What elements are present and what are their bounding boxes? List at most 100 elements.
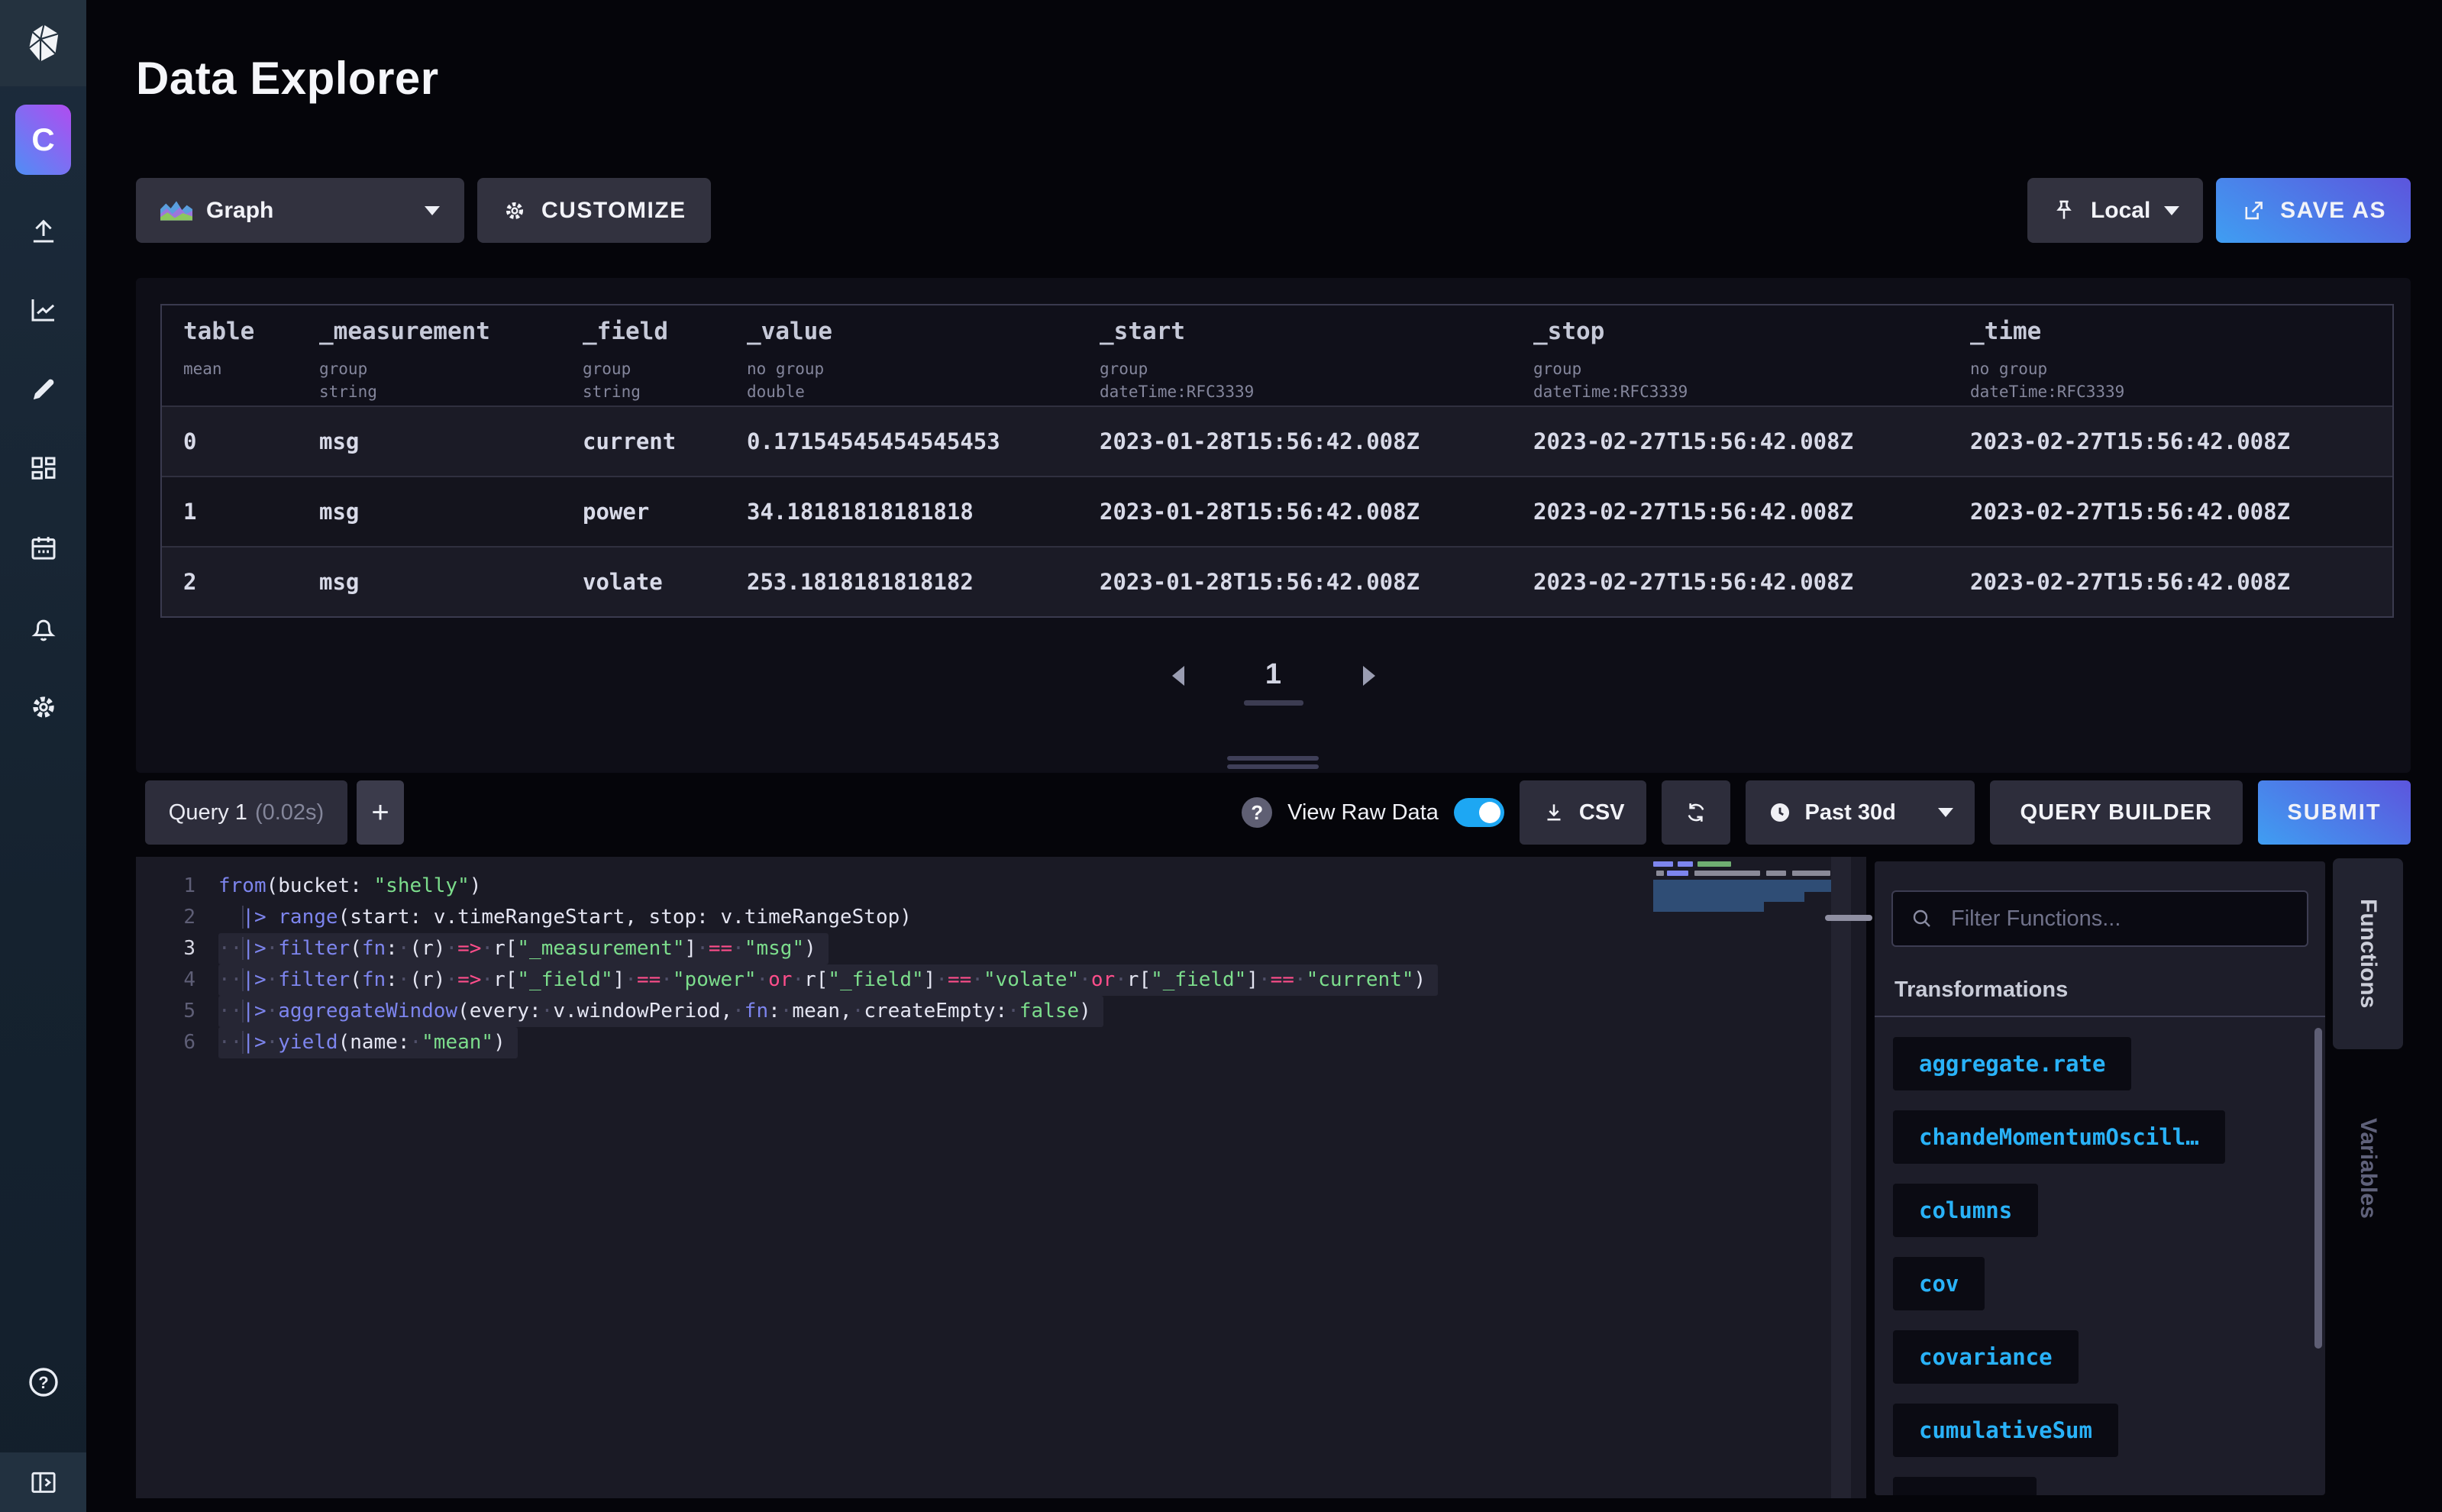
function-chip[interactable]: columns — [1893, 1184, 2038, 1237]
save-as-button[interactable]: SAVE AS — [2216, 178, 2411, 243]
table-cell: 2023-02-27T15:56:42.008Z — [1949, 548, 2392, 616]
function-chip[interactable]: chandeMomentumOscill… — [1893, 1110, 2225, 1164]
sidebar-item-upload-data[interactable] — [0, 191, 86, 270]
raw-data-table: tablemean_measurementgroupstring_fieldgr… — [160, 304, 2394, 618]
sidebar-nav — [0, 191, 86, 747]
functions-panel: Transformations aggregate.rate chandeMome… — [1875, 861, 2325, 1495]
query-tab[interactable]: Query 1 (0.02s) — [145, 780, 347, 845]
raw-data-help-icon[interactable]: ? — [1242, 797, 1272, 828]
code-text: ··|>·filter(fn:·(r)·=>·r["_field"]·==·"p… — [218, 964, 1438, 996]
chevron-down-icon — [2164, 206, 2179, 215]
sidebar-item-notebooks[interactable] — [0, 350, 86, 429]
code-line[interactable]: 3··|>·filter(fn:·(r)·=>·r["_measurement"… — [136, 933, 1866, 964]
column-header-table: tablemean — [162, 305, 298, 405]
csv-download-button[interactable]: CSV — [1520, 780, 1646, 845]
grid-icon — [27, 453, 60, 485]
editor-minimap[interactable] — [1653, 861, 1831, 916]
view-raw-data-label: View Raw Data — [1287, 800, 1439, 825]
tab-functions[interactable]: Functions — [2333, 858, 2403, 1049]
table-cell: 2023-02-27T15:56:42.008Z — [1512, 477, 1949, 546]
submit-button[interactable]: SUBMIT — [2258, 780, 2411, 845]
editor-resize-handle[interactable] — [1825, 915, 1872, 921]
clock-icon — [1767, 800, 1793, 825]
table-cell: msg — [298, 548, 561, 616]
table-row: 0msgcurrent0.171545454545454532023-01-28… — [162, 405, 2392, 476]
code-text: ··|>·yield(name:·"mean") — [218, 1027, 518, 1058]
table-header-row: tablemean_measurementgroupstring_fieldgr… — [162, 305, 2392, 405]
table-cell: current — [561, 407, 725, 476]
table-row: 1msgpower34.181818181818182023-01-28T15:… — [162, 476, 2392, 546]
column-header-_start: _startgroupdateTime:RFC3339 — [1078, 305, 1512, 405]
pagination: 1 — [136, 658, 2411, 706]
table-cell: volate — [561, 548, 725, 616]
code-area[interactable]: 1from(bucket: "shelly")2 |> range(start:… — [136, 857, 1866, 1058]
flux-editor[interactable]: 1from(bucket: "shelly")2 |> range(start:… — [136, 857, 1866, 1498]
pin-icon — [2051, 198, 2077, 224]
bell-icon — [27, 612, 60, 644]
table-cell: 1 — [162, 477, 298, 546]
table-cell: msg — [298, 407, 561, 476]
code-text: |> range(start: v.timeRangeStart, stop: … — [218, 902, 912, 933]
editor-scrollbar[interactable] — [1831, 857, 1851, 1498]
line-number: 5 — [136, 996, 218, 1027]
add-query-button[interactable]: + — [357, 780, 404, 845]
chevron-down-icon — [1938, 808, 1953, 817]
table-cell: power — [561, 477, 725, 546]
chevron-down-icon — [425, 206, 440, 215]
customize-button[interactable]: CUSTOMIZE — [477, 178, 711, 243]
area-graph-icon — [160, 198, 192, 224]
org-avatar[interactable]: C — [15, 105, 71, 175]
table-cell: msg — [298, 477, 561, 546]
sidebar-expand-icon[interactable] — [0, 1452, 86, 1512]
sidebar-item-settings[interactable] — [0, 667, 86, 747]
sidebar-item-alerts[interactable] — [0, 588, 86, 667]
scope-dropdown[interactable]: Local — [2027, 178, 2203, 243]
function-chip[interactable]: aggregate.rate — [1893, 1037, 2131, 1090]
page-number[interactable]: 1 — [1244, 658, 1303, 706]
filter-functions-input[interactable] — [1949, 906, 2290, 932]
line-number: 1 — [136, 871, 218, 902]
table-cell: 0.17154545454545453 — [725, 407, 1078, 476]
function-chip[interactable]: covariance — [1893, 1330, 2079, 1384]
sidebar-item-tasks[interactable] — [0, 509, 86, 588]
help-icon[interactable]: ? — [0, 1346, 86, 1419]
tab-variables[interactable]: Variables — [2333, 1100, 2403, 1237]
line-number: 4 — [136, 964, 218, 996]
gear-icon — [27, 691, 60, 723]
influxdb-logo-icon[interactable] — [0, 0, 86, 86]
toolbar: Graph CUSTOMIZE Local SAVE AS — [136, 178, 2411, 243]
code-line[interactable]: 4··|>·filter(fn:·(r)·=>·r["_field"]·==·"… — [136, 964, 1866, 996]
next-page-button[interactable] — [1363, 666, 1375, 686]
query-builder-button[interactable]: QUERY BUILDER — [1990, 780, 2243, 845]
code-line[interactable]: 2 |> range(start: v.timeRangeStart, stop… — [136, 902, 1866, 933]
table-cell: 2 — [162, 548, 298, 616]
view-raw-data-toggle[interactable] — [1454, 798, 1504, 827]
line-chart-icon — [27, 294, 60, 326]
view-type-dropdown[interactable]: Graph — [136, 178, 464, 243]
raw-data-panel: tablemean_measurementgroupstring_fieldgr… — [136, 278, 2411, 773]
gear-icon — [502, 198, 528, 224]
sidebar-item-dashboards[interactable] — [0, 429, 86, 509]
sidebar-item-data-explorer[interactable] — [0, 270, 86, 350]
table-cell: 2023-01-28T15:56:42.008Z — [1078, 477, 1512, 546]
filter-functions-box[interactable] — [1891, 890, 2308, 947]
function-chip[interactable]: cumulativeSum — [1893, 1404, 2118, 1457]
code-line[interactable]: 5··|>·aggregateWindow(every:·v.windowPer… — [136, 996, 1866, 1027]
function-chip-partial[interactable] — [1893, 1477, 2037, 1495]
page-title: Data Explorer — [136, 52, 439, 105]
code-text: ··|>·filter(fn:·(r)·=>·r["_measurement"]… — [218, 933, 829, 964]
code-line[interactable]: 6··|>·yield(name:·"mean") — [136, 1027, 1866, 1058]
line-number: 6 — [136, 1027, 218, 1058]
functions-scrollbar[interactable] — [2314, 1028, 2322, 1349]
prev-page-button[interactable] — [1172, 666, 1184, 686]
table-cell: 34.18181818181818 — [725, 477, 1078, 546]
section-label: Transformations — [1894, 977, 2068, 1003]
function-chip[interactable]: cov — [1893, 1257, 1985, 1310]
column-header-_measurement: _measurementgroupstring — [298, 305, 561, 405]
panel-resize-handle[interactable] — [1227, 756, 1319, 773]
code-line[interactable]: 1from(bucket: "shelly") — [136, 871, 1866, 902]
refresh-button[interactable] — [1662, 780, 1730, 845]
refresh-icon — [1683, 800, 1709, 825]
time-range-dropdown[interactable]: Past 30d — [1746, 780, 1975, 845]
scope-label: Local — [2091, 198, 2150, 224]
